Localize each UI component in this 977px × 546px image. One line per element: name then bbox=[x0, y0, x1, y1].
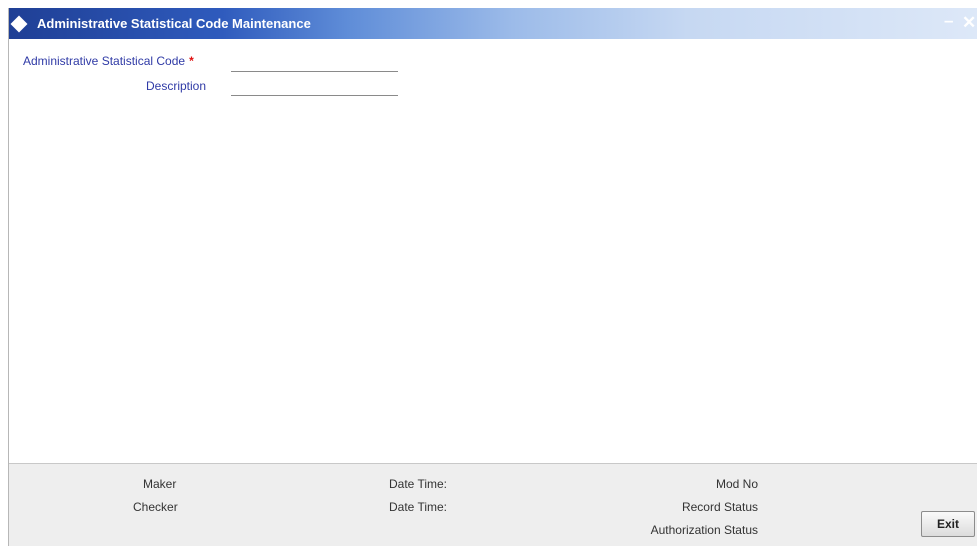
title-bar[interactable]: Administrative Statistical Code Maintena… bbox=[9, 8, 977, 39]
administrative-statistical-code-input[interactable] bbox=[231, 58, 398, 72]
description-label-text: Description bbox=[146, 79, 207, 93]
maintenance-window: Administrative Statistical Code Maintena… bbox=[8, 8, 977, 546]
audit-footer: Maker Checker Date Time: Date Time: Mod … bbox=[9, 463, 977, 546]
checker-label: Checker bbox=[133, 500, 178, 514]
close-icon[interactable]: ✕ bbox=[962, 14, 976, 32]
window-title: Administrative Statistical Code Maintena… bbox=[37, 16, 311, 31]
description-input[interactable] bbox=[231, 82, 398, 96]
description-field-label: Description bbox=[146, 79, 206, 93]
code-label-text: Administrative Statistical Code bbox=[23, 54, 186, 68]
checker-datetime-label: Date Time: bbox=[389, 500, 448, 514]
minimize-icon[interactable]: – bbox=[944, 12, 953, 30]
required-marker: * bbox=[189, 54, 194, 68]
maker-datetime-label: Date Time: bbox=[389, 477, 448, 491]
mod-no-label: Mod No bbox=[715, 477, 758, 491]
authorization-status-label: Authorization Status bbox=[650, 523, 758, 537]
maker-label: Maker bbox=[143, 477, 177, 491]
diamond-icon bbox=[10, 15, 28, 33]
code-field-label: Administrative Statistical Code * bbox=[23, 54, 194, 68]
record-status-label: Record Status bbox=[681, 500, 758, 514]
exit-button[interactable]: Exit bbox=[921, 511, 975, 537]
